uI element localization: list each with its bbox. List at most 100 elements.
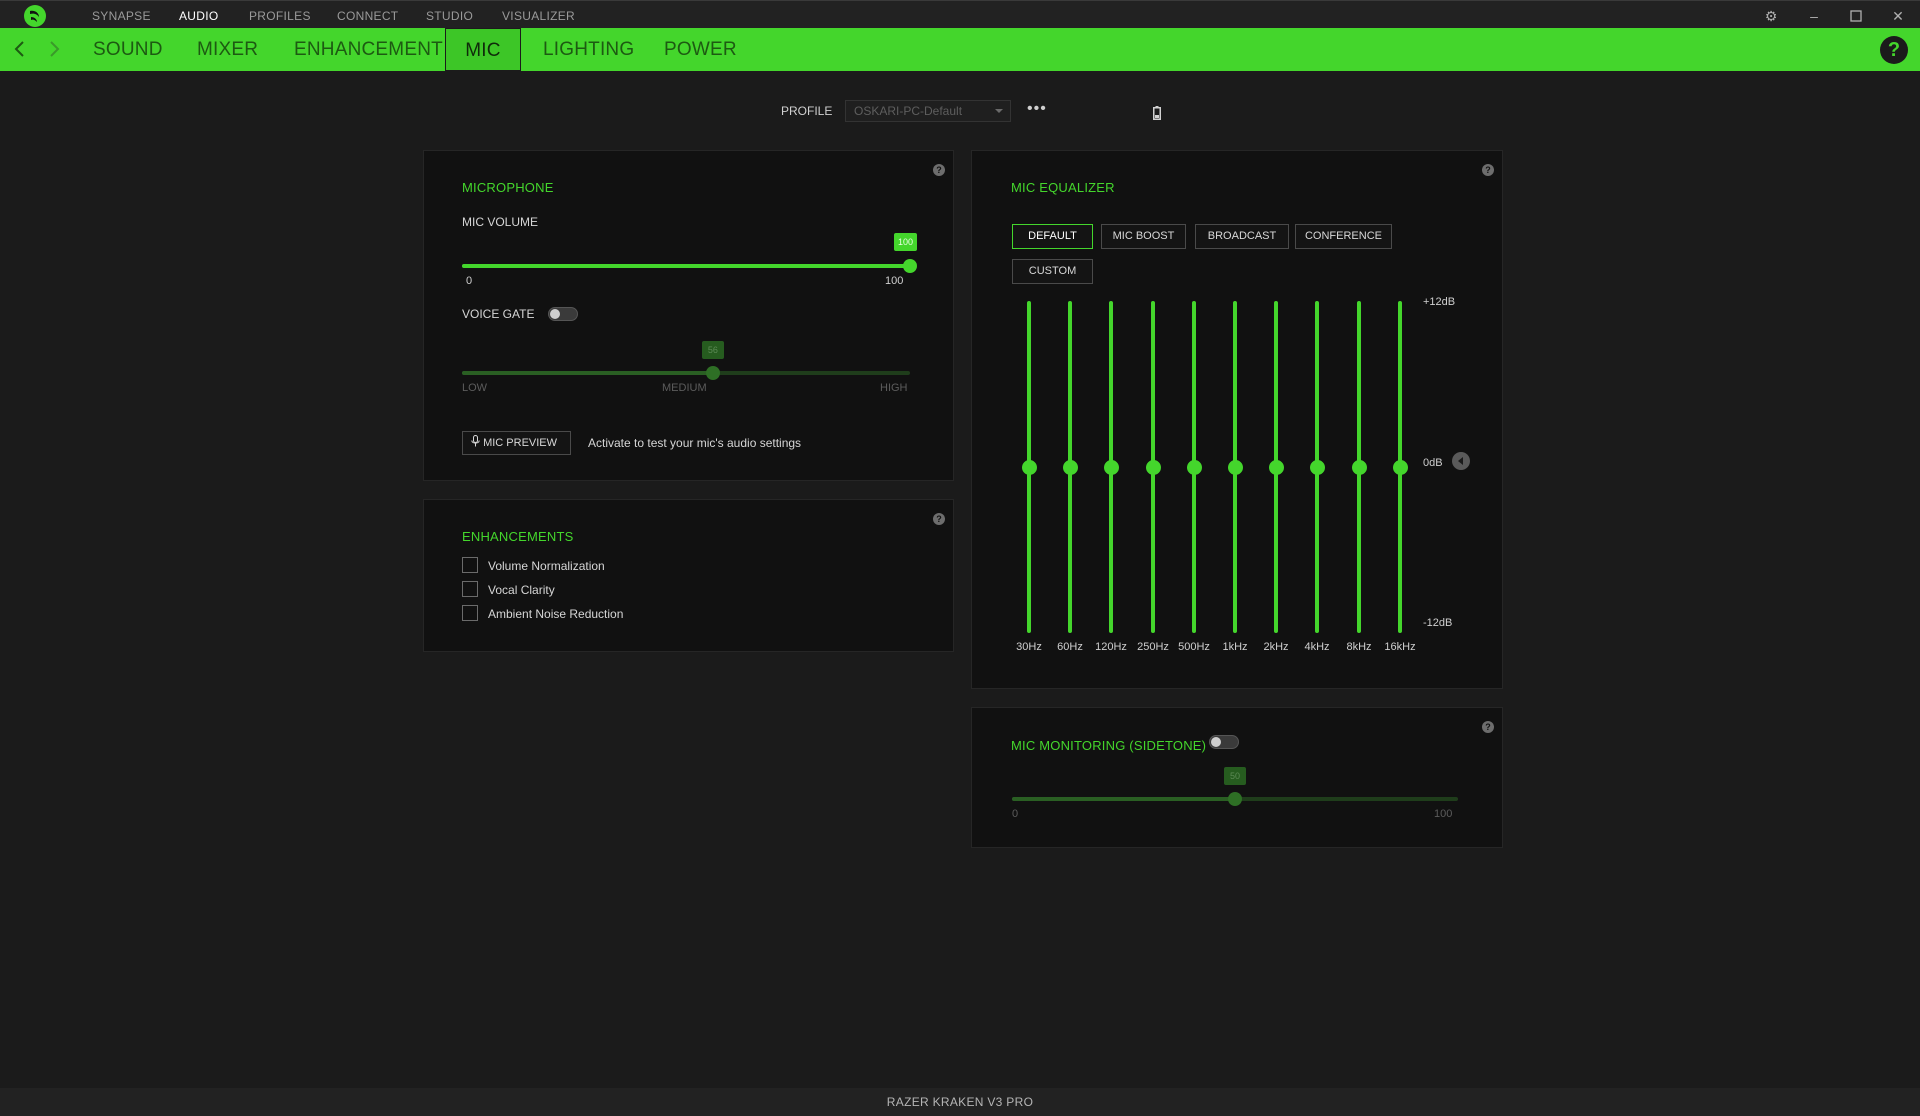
top-tab-visualizer[interactable]: VISUALIZER	[502, 9, 575, 23]
preset-custom-button[interactable]: CUSTOM	[1012, 259, 1093, 284]
volume-normalization-checkbox[interactable]	[462, 557, 478, 573]
voice-gate-medium-label: MEDIUM	[662, 382, 707, 394]
eq-band-label: 8kHz	[1346, 641, 1372, 653]
eq-band-thumb[interactable]	[1187, 460, 1202, 475]
vocal-clarity-checkbox[interactable]	[462, 581, 478, 597]
mic-monitoring-panel: MIC MONITORING (SIDETONE) ? 50 0 100	[971, 707, 1503, 848]
device-name-footer: RAZER KRAKEN V3 PRO	[0, 1088, 1920, 1116]
eq-band-thumb[interactable]	[1393, 460, 1408, 475]
mic-equalizer-panel: MIC EQUALIZER ? DEFAULT MIC BOOST BROADC…	[971, 150, 1503, 689]
eq-band-thumb[interactable]	[1310, 460, 1325, 475]
enhancements-title: ENHANCEMENTS	[462, 529, 574, 544]
mic-monitoring-max-label: 100	[1434, 808, 1453, 820]
toggle-knob	[550, 309, 560, 319]
sub-navigation: SOUND MIXER ENHANCEMENT MIC LIGHTING POW…	[0, 28, 1920, 71]
eq-band-thumb[interactable]	[1022, 460, 1037, 475]
help-icon[interactable]: ?	[1880, 36, 1908, 64]
mic-volume-slider-fill	[462, 264, 910, 268]
info-icon[interactable]: ?	[1482, 721, 1494, 733]
info-icon[interactable]: ?	[933, 513, 945, 525]
profile-dropdown-value: OSKARI-PC-Default	[854, 104, 963, 118]
tab-mixer[interactable]: MIXER	[197, 28, 258, 71]
eq-band-label: 60Hz	[1057, 641, 1083, 653]
ambient-noise-reduction-label: Ambient Noise Reduction	[488, 607, 624, 621]
mic-monitoring-title: MIC MONITORING (SIDETONE)	[1011, 738, 1207, 753]
voice-gate-low-label: LOW	[462, 382, 488, 394]
preset-default-button[interactable]: DEFAULT	[1012, 224, 1093, 249]
eq-band-label: 500Hz	[1178, 641, 1210, 653]
ambient-noise-reduction-checkbox[interactable]	[462, 605, 478, 621]
voice-gate-toggle[interactable]	[548, 307, 578, 321]
mic-monitoring-slider-thumb[interactable]	[1228, 792, 1242, 806]
eq-band-label: 4kHz	[1304, 641, 1330, 653]
mic-volume-max-label: 100	[885, 275, 904, 287]
info-icon[interactable]: ?	[1482, 164, 1494, 176]
mic-preview-label: MIC PREVIEW	[483, 437, 558, 449]
razer-logo-icon	[24, 5, 46, 27]
enhancements-panel: ENHANCEMENTS ? Volume Normalization Voca…	[423, 499, 954, 652]
tab-lighting[interactable]: LIGHTING	[543, 28, 634, 71]
eq-band-label: 1kHz	[1222, 641, 1248, 653]
tab-mic[interactable]: MIC	[445, 28, 521, 71]
eq-band-label: 250Hz	[1137, 641, 1169, 653]
battery-icon	[1153, 106, 1161, 125]
eq-max-db-label: +12dB	[1423, 296, 1456, 308]
microphone-title: MICROPHONE	[462, 180, 554, 195]
profile-label: PROFILE	[781, 104, 833, 118]
mic-equalizer-title: MIC EQUALIZER	[1011, 180, 1115, 195]
more-options-icon[interactable]: •••	[1027, 100, 1047, 118]
voice-gate-label: VOICE GATE	[462, 307, 535, 321]
eq-reset-icon[interactable]	[1452, 452, 1470, 470]
info-icon[interactable]: ?	[933, 164, 945, 176]
top-tab-connect[interactable]: CONNECT	[337, 9, 398, 23]
voice-gate-slider[interactable]	[462, 371, 910, 375]
mic-volume-label: MIC VOLUME	[462, 215, 539, 229]
eq-min-db-label: -12dB	[1423, 617, 1453, 629]
mic-volume-slider[interactable]	[462, 264, 910, 268]
settings-gear-icon[interactable]: ⚙	[1761, 6, 1781, 26]
eq-band-thumb[interactable]	[1228, 460, 1243, 475]
mic-monitoring-toggle[interactable]	[1209, 735, 1239, 749]
microphone-panel: MICROPHONE ? MIC VOLUME 100 0 100 VOICE …	[423, 150, 954, 481]
eq-band-thumb[interactable]	[1063, 460, 1078, 475]
eq-band-label: 2kHz	[1263, 641, 1289, 653]
title-bar: SYNAPSE AUDIO PROFILES CONNECT STUDIO VI…	[0, 0, 1920, 28]
mic-monitoring-slider-fill	[1012, 797, 1235, 801]
tab-sound[interactable]: SOUND	[93, 28, 163, 71]
eq-band-label: 16kHz	[1384, 641, 1416, 653]
mic-monitoring-value-bubble: 50	[1224, 767, 1246, 785]
vocal-clarity-label: Vocal Clarity	[488, 583, 555, 597]
eq-band-thumb[interactable]	[1352, 460, 1367, 475]
voice-gate-slider-fill	[462, 371, 713, 375]
close-button[interactable]: ✕	[1888, 6, 1908, 26]
top-tab-synapse[interactable]: SYNAPSE	[92, 9, 151, 23]
eq-band-label: 120Hz	[1095, 641, 1127, 653]
mic-volume-slider-thumb[interactable]	[903, 259, 917, 273]
forward-arrow-icon[interactable]	[44, 38, 64, 60]
back-arrow-icon[interactable]	[10, 38, 30, 60]
tab-enhancement[interactable]: ENHANCEMENT	[294, 28, 443, 71]
top-tab-audio[interactable]: AUDIO	[179, 9, 219, 23]
profile-dropdown[interactable]: OSKARI-PC-Default	[845, 100, 1011, 122]
eq-band-thumb[interactable]	[1146, 460, 1161, 475]
voice-gate-value-bubble: 56	[701, 341, 724, 359]
voice-gate-slider-thumb[interactable]	[705, 366, 720, 380]
maximize-button[interactable]	[1846, 6, 1866, 26]
chevron-down-icon	[995, 109, 1003, 113]
mic-preview-button[interactable]: MIC PREVIEW	[462, 431, 571, 455]
volume-normalization-label: Volume Normalization	[488, 559, 605, 573]
toggle-knob	[1211, 737, 1221, 747]
eq-band-thumb[interactable]	[1269, 460, 1284, 475]
eq-zero-db-label: 0dB	[1423, 457, 1443, 469]
top-tab-studio[interactable]: STUDIO	[426, 9, 473, 23]
minimize-button[interactable]: –	[1804, 6, 1824, 26]
mic-preview-hint: Activate to test your mic's audio settin…	[588, 436, 802, 450]
preset-broadcast-button[interactable]: BROADCAST	[1195, 224, 1289, 249]
eq-band-thumb[interactable]	[1104, 460, 1119, 475]
preset-mic-boost-button[interactable]: MIC BOOST	[1101, 224, 1186, 249]
top-tab-profiles[interactable]: PROFILES	[249, 9, 311, 23]
mic-monitoring-min-label: 0	[1012, 808, 1019, 820]
voice-gate-high-label: HIGH	[880, 382, 908, 394]
preset-conference-button[interactable]: CONFERENCE	[1295, 224, 1392, 249]
tab-power[interactable]: POWER	[664, 28, 737, 71]
